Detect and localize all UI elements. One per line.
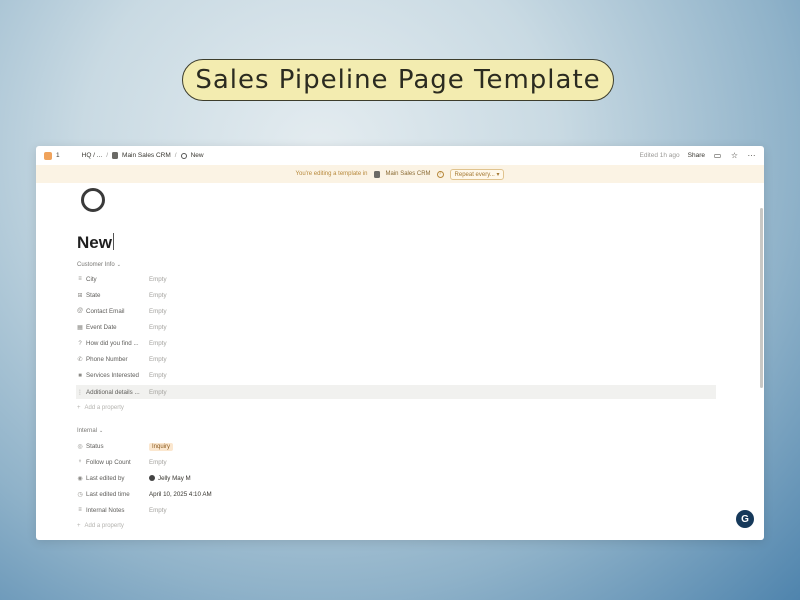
at-icon: @ — [77, 308, 84, 315]
scrollbar[interactable] — [760, 208, 763, 388]
help-icon[interactable]: ? — [436, 170, 444, 178]
list-icon: ⋮ — [77, 389, 83, 396]
workspace-icon[interactable] — [44, 151, 52, 160]
trophy-icon: ♆ — [77, 459, 83, 465]
comment-icon[interactable]: ▭ — [713, 151, 722, 160]
property-value: April 10, 2025 4:10 AM — [149, 490, 212, 498]
top-bar: 1 HQ / ... / Main Sales CRM / New Edited… — [36, 146, 764, 165]
database-icon — [373, 170, 380, 178]
list-icon: ≡ — [78, 276, 82, 282]
repeat-button[interactable]: Repeat every... ▾ — [449, 168, 505, 180]
question-icon: ? — [78, 340, 82, 347]
list-icon: ≡ — [78, 507, 82, 513]
plus-icon: + — [77, 523, 81, 529]
template-title-banner: Sales Pipeline Page Template — [182, 59, 614, 101]
page-circle-icon[interactable] — [81, 188, 105, 212]
property-value[interactable]: Empty — [149, 292, 167, 299]
property-value[interactable]: Empty — [149, 356, 167, 363]
property-name: Additional details ... — [86, 388, 140, 396]
add-property-label: Add a property — [84, 523, 124, 529]
property-follow-up-count[interactable]: ♆ Follow up Count Empty — [76, 455, 716, 469]
property-status[interactable]: ◎ Status Inquiry — [76, 439, 716, 453]
property-name: City — [86, 275, 97, 283]
user-icon: ◉ — [77, 475, 83, 482]
property-name: Last edited time — [86, 490, 130, 498]
property-row[interactable]: ⋮ Additional details ... Empty — [76, 385, 716, 400]
property-value[interactable]: Empty — [149, 372, 167, 379]
template-editing-banner: You're editing a template in Main Sales … — [36, 165, 764, 183]
status-icon: ◎ — [77, 443, 83, 450]
status-badge[interactable]: Inquiry — [149, 442, 174, 451]
property-name: Event Date — [86, 323, 117, 331]
add-property-label: Add a property — [84, 405, 124, 411]
page-title-text: New — [77, 233, 112, 252]
table-icon: ⊞ — [77, 292, 83, 299]
property-name: Contact Email — [86, 307, 125, 315]
property-name: Status — [86, 442, 104, 450]
avatar — [149, 474, 155, 481]
property-last-edited-time[interactable]: ◷ Last edited time April 10, 2025 4:10 AM — [76, 487, 716, 501]
breadcrumb-database[interactable]: Main Sales CRM — [122, 152, 171, 159]
chevron-down-icon: ▾ — [496, 171, 500, 178]
star-icon[interactable]: ☆ — [730, 151, 739, 160]
database-icon — [112, 152, 119, 159]
property-value[interactable]: Empty — [149, 308, 167, 315]
property-name: Services Interested — [86, 372, 139, 380]
section-customer-info[interactable]: Customer Info ⌄ — [77, 262, 121, 268]
property-row[interactable]: ? How did you find ... Empty — [76, 337, 716, 351]
grammarly-icon[interactable]: G — [736, 510, 754, 528]
property-value[interactable]: Empty — [149, 459, 167, 466]
property-name: State — [86, 291, 101, 299]
notion-window: 1 HQ / ... / Main Sales CRM / New Edited… — [36, 146, 764, 540]
clock-icon: ◷ — [77, 491, 83, 498]
property-name: Phone Number — [86, 356, 128, 364]
property-internal-notes[interactable]: ≡ Internal Notes Empty — [76, 503, 716, 517]
breadcrumb: 1 HQ / ... / Main Sales CRM / New — [44, 151, 640, 160]
top-actions: Edited 1h ago Share ▭ ☆ ··· — [640, 151, 756, 160]
calendar-icon: ▦ — [77, 324, 83, 331]
property-row[interactable]: ✆ Phone Number Empty — [76, 353, 716, 367]
plus-icon: + — [77, 405, 81, 411]
property-value[interactable]: Empty — [149, 507, 167, 514]
property-row[interactable]: ■ Services Interested Empty — [76, 369, 716, 383]
text-caret — [112, 233, 114, 250]
chevron-down-icon: ⌄ — [116, 262, 121, 268]
property-value: Jelly May M — [158, 474, 191, 482]
property-name: Internal Notes — [86, 506, 125, 514]
breadcrumb-page[interactable]: New — [191, 152, 204, 159]
property-row[interactable]: @ Contact Email Empty — [76, 304, 716, 318]
more-options-icon[interactable]: ··· — [747, 151, 756, 160]
section-internal-label: Internal — [77, 428, 98, 434]
property-name: Follow up Count — [86, 458, 131, 466]
add-property-button-internal[interactable]: + Add a property — [77, 523, 124, 529]
breadcrumb-hq[interactable]: HQ / ... — [82, 152, 103, 159]
section-customer-info-label: Customer Info — [77, 262, 115, 268]
property-name: How did you find ... — [86, 340, 139, 348]
property-value[interactable]: Empty — [149, 324, 167, 331]
add-property-button[interactable]: + Add a property — [77, 405, 124, 411]
property-value[interactable]: Empty — [149, 389, 167, 396]
page-circle-icon — [180, 152, 187, 159]
phone-icon: ✆ — [77, 357, 83, 364]
page-title[interactable]: New — [77, 233, 114, 253]
property-row[interactable]: ⊞ State Empty — [76, 288, 716, 302]
property-last-edited-by[interactable]: ◉ Last edited by Jelly May M — [76, 471, 716, 485]
property-value[interactable]: Empty — [149, 340, 167, 347]
banner-database-link[interactable]: Main Sales CRM — [386, 171, 431, 177]
share-button[interactable]: Share — [688, 152, 705, 159]
template-title: Sales Pipeline Page Template — [195, 65, 601, 95]
workspace-count: 1 — [56, 152, 60, 159]
video-icon: ■ — [78, 372, 82, 379]
repeat-button-label: Repeat every... — [454, 171, 495, 178]
chevron-down-icon: ⌄ — [99, 428, 104, 434]
property-name: Last edited by — [86, 474, 125, 482]
property-row[interactable]: ≡ City Empty — [76, 272, 716, 286]
property-row[interactable]: ▦ Event Date Empty — [76, 320, 716, 334]
section-internal[interactable]: Internal ⌄ — [77, 428, 103, 434]
property-value[interactable]: Empty — [149, 276, 167, 283]
edited-status: Edited 1h ago — [639, 152, 680, 159]
banner-text: You're editing a template in — [295, 171, 368, 177]
